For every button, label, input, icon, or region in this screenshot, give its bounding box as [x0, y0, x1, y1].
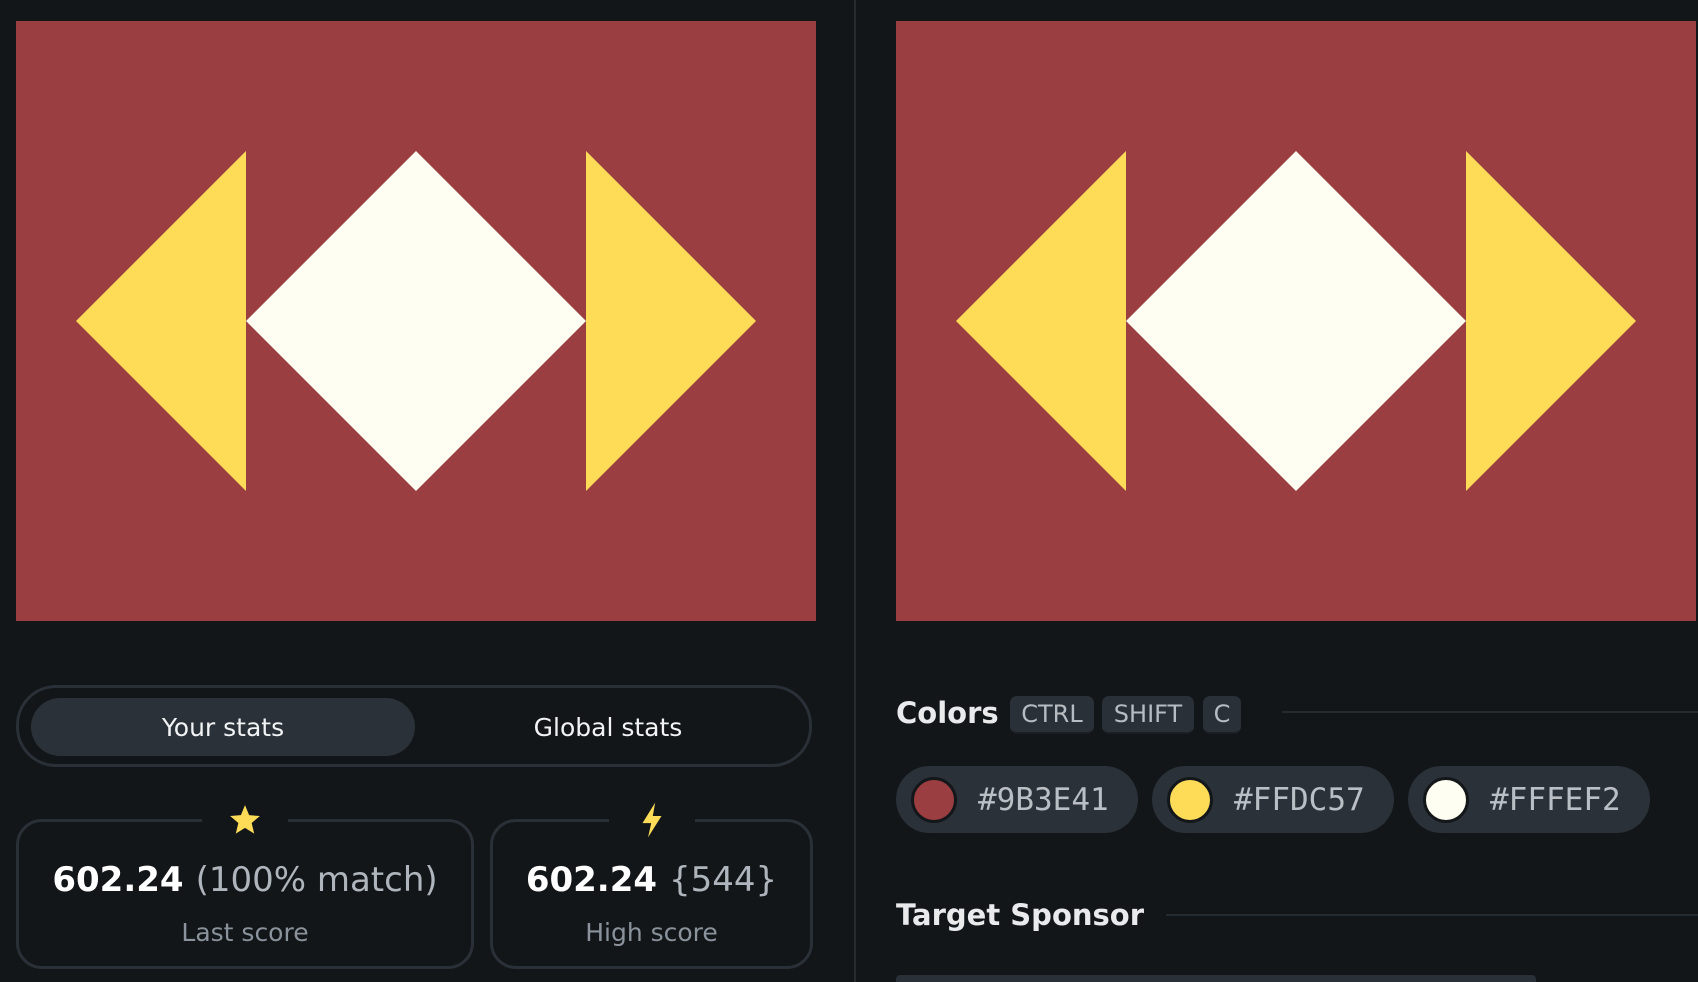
color-hex: #9B3E41	[978, 781, 1109, 818]
colors-title: Colors	[896, 696, 999, 730]
color-dot	[911, 777, 957, 823]
sponsor-card[interactable]	[896, 975, 1536, 982]
last-score-match: (100% match)	[195, 860, 438, 900]
sponsor-divider	[1166, 914, 1698, 916]
last-score-card: 602.24 (100% match) Last score	[16, 798, 474, 969]
lightning-icon	[608, 798, 695, 842]
color-hex: #FFFEF2	[1490, 781, 1621, 818]
kbd-ctrl: CTRL	[1010, 696, 1094, 734]
high-score-label: High score	[585, 918, 718, 947]
high-score-card: 602.24 {544} High score	[490, 798, 813, 969]
color-dot	[1423, 777, 1469, 823]
star-icon	[202, 798, 288, 842]
color-swatch-red[interactable]: #9B3E41	[896, 766, 1138, 833]
color-swatch-cream[interactable]: #FFFEF2	[1408, 766, 1650, 833]
panel-divider	[854, 0, 856, 982]
colors-divider	[1282, 711, 1698, 713]
tab-your-stats[interactable]: Your stats	[31, 698, 415, 756]
high-score-value: 602.24	[525, 860, 658, 900]
color-dot	[1167, 777, 1213, 823]
user-drawing	[16, 21, 816, 621]
stats-toggle: Your stats Global stats	[16, 685, 812, 767]
color-swatch-yellow[interactable]: #FFDC57	[1152, 766, 1394, 833]
tab-global-stats[interactable]: Global stats	[416, 698, 800, 756]
kbd-c: C	[1203, 696, 1241, 734]
target-sponsor-title: Target Sponsor	[896, 898, 1145, 932]
high-score-row: 602.24 {544}	[493, 860, 810, 900]
target-drawing	[896, 21, 1696, 621]
color-hex: #FFDC57	[1234, 781, 1365, 818]
user-canvas[interactable]	[16, 21, 816, 621]
last-score-value: 602.24	[52, 860, 184, 900]
last-score-label: Last score	[181, 918, 309, 947]
high-score-rank: {544}	[669, 860, 778, 900]
target-canvas	[896, 21, 1696, 621]
last-score-row: 602.24 (100% match)	[19, 860, 471, 900]
kbd-shift: SHIFT	[1102, 696, 1194, 734]
